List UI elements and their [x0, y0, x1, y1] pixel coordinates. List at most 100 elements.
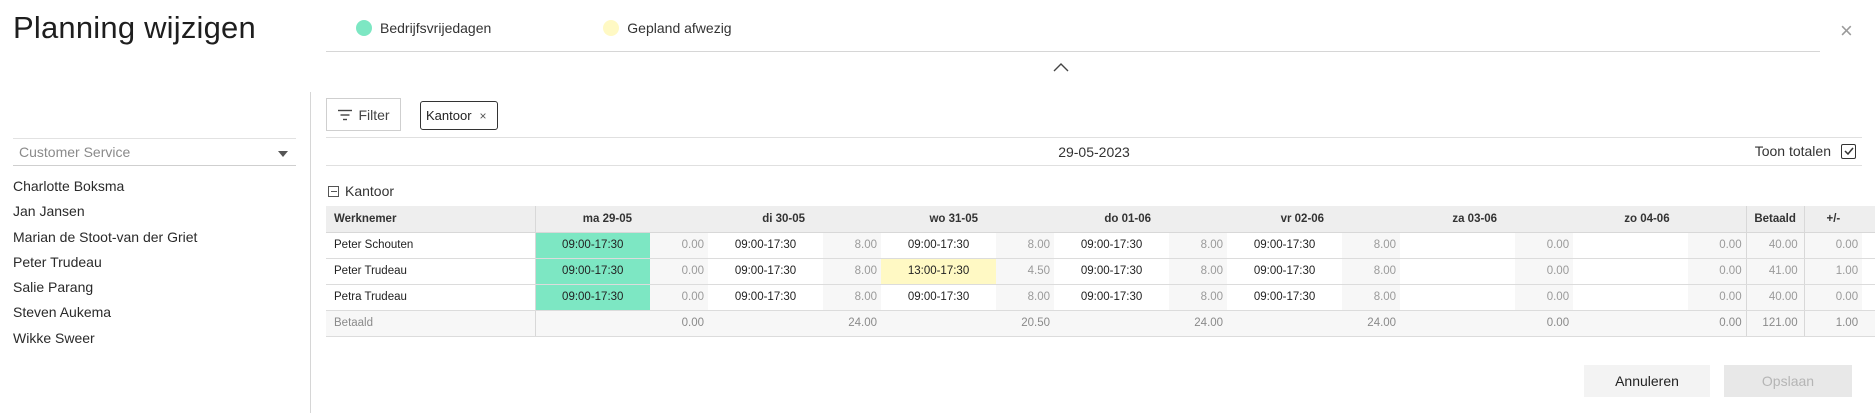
paid-cell: 41.00 [1745, 258, 1805, 285]
shift-cell[interactable]: 09:00-17:30 [1227, 284, 1343, 311]
totals-label: Betaald [326, 310, 536, 337]
table-row: Petra Trudeau 09:00-17:30 0.00 09:00-17:30 8… [326, 284, 1875, 311]
legend-dot-yellow [603, 20, 620, 36]
filter-label: Filter [358, 106, 390, 123]
shift-cell[interactable]: 09:00-17:30 [535, 232, 650, 259]
show-totals-label: Toon totalen [1754, 143, 1831, 159]
close-icon[interactable]: × [1840, 20, 1853, 42]
hours-cell: 0.00 [650, 284, 709, 311]
shift-cell[interactable]: 09:00-17:30 [881, 232, 997, 259]
legend-item-bedrijfsvrijedagen: Bedrijfsvrijedagen [356, 20, 491, 36]
shift-cell[interactable]: 09:00-17:30 [881, 284, 997, 311]
show-totals-checkbox[interactable] [1841, 143, 1856, 159]
hours-cell: 0.00 [1688, 232, 1747, 259]
shift-cell[interactable]: 09:00-17:30 [708, 284, 824, 311]
employee-name-cell: Petra Trudeau [326, 284, 536, 311]
hours-cell: 8.00 [1169, 284, 1228, 311]
hours-cell: 8.00 [1342, 232, 1401, 259]
checkmark-icon [1843, 147, 1854, 155]
chip-remove-icon[interactable]: × [480, 109, 487, 123]
shift-cell[interactable] [1400, 284, 1516, 311]
employee-item[interactable]: Steven Aukema [13, 301, 197, 326]
col-header-paid: Betaald [1745, 206, 1805, 233]
legend-item-gepland-afwezig: Gepland afwezig [603, 20, 732, 36]
employee-item[interactable]: Jan Jansen [13, 200, 197, 225]
cancel-button[interactable]: Annuleren [1584, 365, 1710, 397]
shift-cell[interactable]: 09:00-17:30 [1227, 258, 1343, 285]
current-date: 29-05-2023 [1058, 144, 1130, 160]
legend-dot-green [356, 20, 372, 36]
shift-cell[interactable]: 09:00-17:30 [535, 284, 650, 311]
legend-label: Gepland afwezig [627, 20, 732, 36]
shift-cell[interactable]: 09:00-17:30 [708, 258, 824, 285]
col-header-day: di 30-05 [708, 206, 882, 233]
hours-cell: 0.00 [1515, 232, 1574, 259]
diff-cell: 0.00 [1803, 232, 1863, 259]
employee-list: Charlotte Boksma Jan Jansen Marian de St… [13, 175, 197, 352]
hours-cell: 8.00 [823, 284, 882, 311]
hours-cell: 0.00 [1688, 258, 1747, 285]
hours-cell: 0.00 [1515, 258, 1574, 285]
group-label: Kantoor [345, 183, 395, 199]
col-header-day: wo 31-05 [881, 206, 1055, 233]
group-header-kantoor[interactable]: Kantoor [328, 183, 394, 199]
col-header-day: do 01-06 [1054, 206, 1228, 233]
employee-item[interactable]: Peter Trudeau [13, 251, 197, 276]
diff-cell: 1.00 [1803, 258, 1863, 285]
legend-divider [326, 51, 1820, 52]
chip-label: Kantoor [426, 108, 472, 123]
shift-cell[interactable] [1573, 284, 1689, 311]
totals-day-cell: 0.00 [1515, 310, 1574, 337]
col-header-day: ma 29-05 [535, 206, 709, 233]
shift-cell[interactable] [1573, 232, 1689, 259]
shift-cell[interactable]: 13:00-17:30 [881, 258, 997, 285]
chevron-up-icon[interactable] [1052, 60, 1070, 74]
legend: Bedrijfsvrijedagen Gepland afwezig [356, 20, 844, 36]
sidebar-divider [310, 92, 311, 413]
trash-icon[interactable] [1862, 258, 1875, 285]
shift-cell[interactable]: 09:00-17:30 [1054, 284, 1170, 311]
hours-cell: 0.00 [650, 258, 709, 285]
totals-spacer [881, 310, 997, 337]
totals-row: Betaald 0.00 24.00 20.50 24.00 24.00 0.00 0.00 1… [326, 310, 1875, 337]
hours-cell: 8.00 [1169, 232, 1228, 259]
shift-cell[interactable]: 09:00-17:30 [1054, 258, 1170, 285]
totals-spacer [535, 310, 650, 337]
date-bar: 29-05-2023 Toon totalen [326, 137, 1862, 166]
employee-item[interactable]: Marian de Stoot-van der Griet [13, 226, 197, 251]
employee-item[interactable]: Wikke Sweer [13, 327, 197, 352]
shift-cell[interactable]: 09:00-17:30 [535, 258, 650, 285]
totals-spacer [1227, 310, 1343, 337]
table-header-row: Werknemer ma 29-05 di 30-05 wo 31-05 do … [326, 206, 1875, 233]
trash-icon[interactable] [1862, 232, 1875, 259]
totals-day-cell: 20.50 [996, 310, 1055, 337]
table-row: Peter Schouten 09:00-17:30 0.00 09:00-17:30… [326, 232, 1875, 259]
employee-item[interactable]: Salie Parang [13, 276, 197, 301]
hours-cell: 0.00 [1688, 284, 1747, 311]
hours-cell: 8.00 [1342, 258, 1401, 285]
collapse-minus-icon[interactable] [328, 185, 339, 197]
shift-cell[interactable]: 09:00-17:30 [708, 232, 824, 259]
hours-cell: 0.00 [650, 232, 709, 259]
shift-cell[interactable] [1573, 258, 1689, 285]
filter-button[interactable]: Filter [326, 98, 401, 131]
paid-cell: 40.00 [1745, 232, 1805, 259]
department-select[interactable]: Customer Service [13, 138, 296, 166]
shift-cell[interactable] [1400, 232, 1516, 259]
trash-icon[interactable] [1862, 284, 1875, 311]
employee-item[interactable]: Charlotte Boksma [13, 175, 197, 200]
department-select-value: Customer Service [19, 144, 131, 160]
totals-actions-spacer [1862, 310, 1875, 337]
employee-name-cell: Peter Trudeau [326, 258, 536, 285]
show-totals-toggle[interactable]: Toon totalen [1755, 143, 1856, 159]
schedule-table: Werknemer ma 29-05 di 30-05 wo 31-05 do … [326, 206, 1875, 337]
col-header-employee: Werknemer [326, 206, 536, 233]
hours-cell: 8.00 [1169, 258, 1228, 285]
shift-cell[interactable]: 09:00-17:30 [1054, 232, 1170, 259]
hours-cell: 8.00 [1342, 284, 1401, 311]
save-button[interactable]: Opslaan [1724, 365, 1852, 397]
shift-cell[interactable] [1400, 258, 1516, 285]
shift-cell[interactable]: 09:00-17:30 [1227, 232, 1343, 259]
totals-spacer [1400, 310, 1516, 337]
table-row: Peter Trudeau 09:00-17:30 0.00 09:00-17:30 8… [326, 258, 1875, 285]
